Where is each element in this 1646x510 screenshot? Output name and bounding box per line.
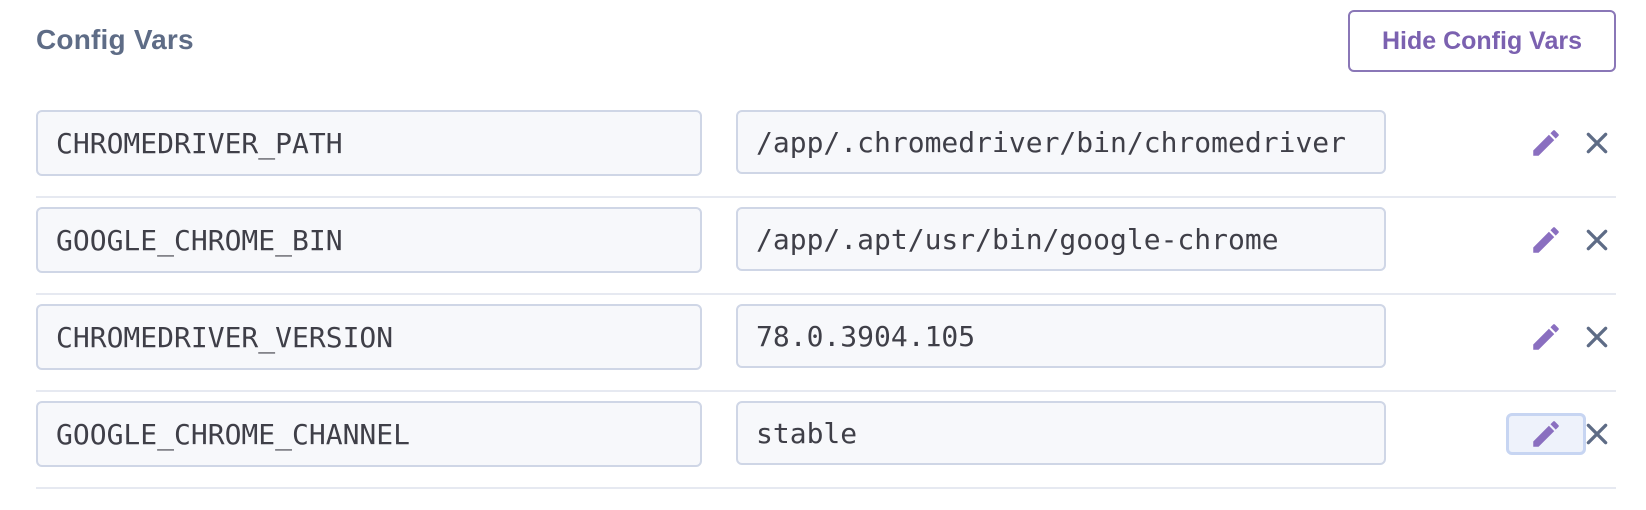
delete-button[interactable] (1574, 413, 1620, 455)
close-icon (1586, 229, 1608, 251)
delete-button[interactable] (1574, 316, 1620, 358)
close-icon (1586, 132, 1608, 154)
config-var-value-field[interactable]: 78.0.3904.105 (736, 304, 1386, 368)
config-var-value-field[interactable]: /app/.apt/usr/bin/google-chrome (736, 207, 1386, 271)
config-var-value-field[interactable]: stable (736, 401, 1386, 465)
config-var-row: CHROMEDRIVER_PATH /app/.chromedriver/bin… (36, 96, 1616, 198)
pencil-icon (1533, 324, 1559, 350)
hide-config-vars-button[interactable]: Hide Config Vars (1348, 10, 1616, 72)
delete-button[interactable] (1574, 122, 1620, 164)
row-divider (36, 487, 1616, 489)
config-var-key-field[interactable]: CHROMEDRIVER_PATH (36, 110, 702, 176)
close-icon (1586, 423, 1608, 445)
config-var-row: GOOGLE_CHROME_BIN /app/.apt/usr/bin/goog… (36, 193, 1616, 295)
config-var-value-field[interactable]: /app/.chromedriver/bin/chromedriver (736, 110, 1386, 174)
pencil-icon (1533, 421, 1559, 447)
delete-button[interactable] (1574, 219, 1620, 261)
close-icon (1586, 326, 1608, 348)
config-var-key-field[interactable]: GOOGLE_CHROME_BIN (36, 207, 702, 273)
config-var-row: GOOGLE_CHROME_CHANNEL stable (36, 387, 1616, 489)
pencil-icon (1533, 227, 1559, 253)
config-var-key-field[interactable]: CHROMEDRIVER_VERSION (36, 304, 702, 370)
config-var-key-field[interactable]: GOOGLE_CHROME_CHANNEL (36, 401, 702, 467)
config-var-row: CHROMEDRIVER_VERSION 78.0.3904.105 (36, 290, 1616, 392)
config-vars-panel: Config Vars Hide Config Vars CHROMEDRIVE… (0, 0, 1646, 510)
section-title: Config Vars (36, 24, 194, 55)
pencil-icon (1533, 130, 1559, 156)
